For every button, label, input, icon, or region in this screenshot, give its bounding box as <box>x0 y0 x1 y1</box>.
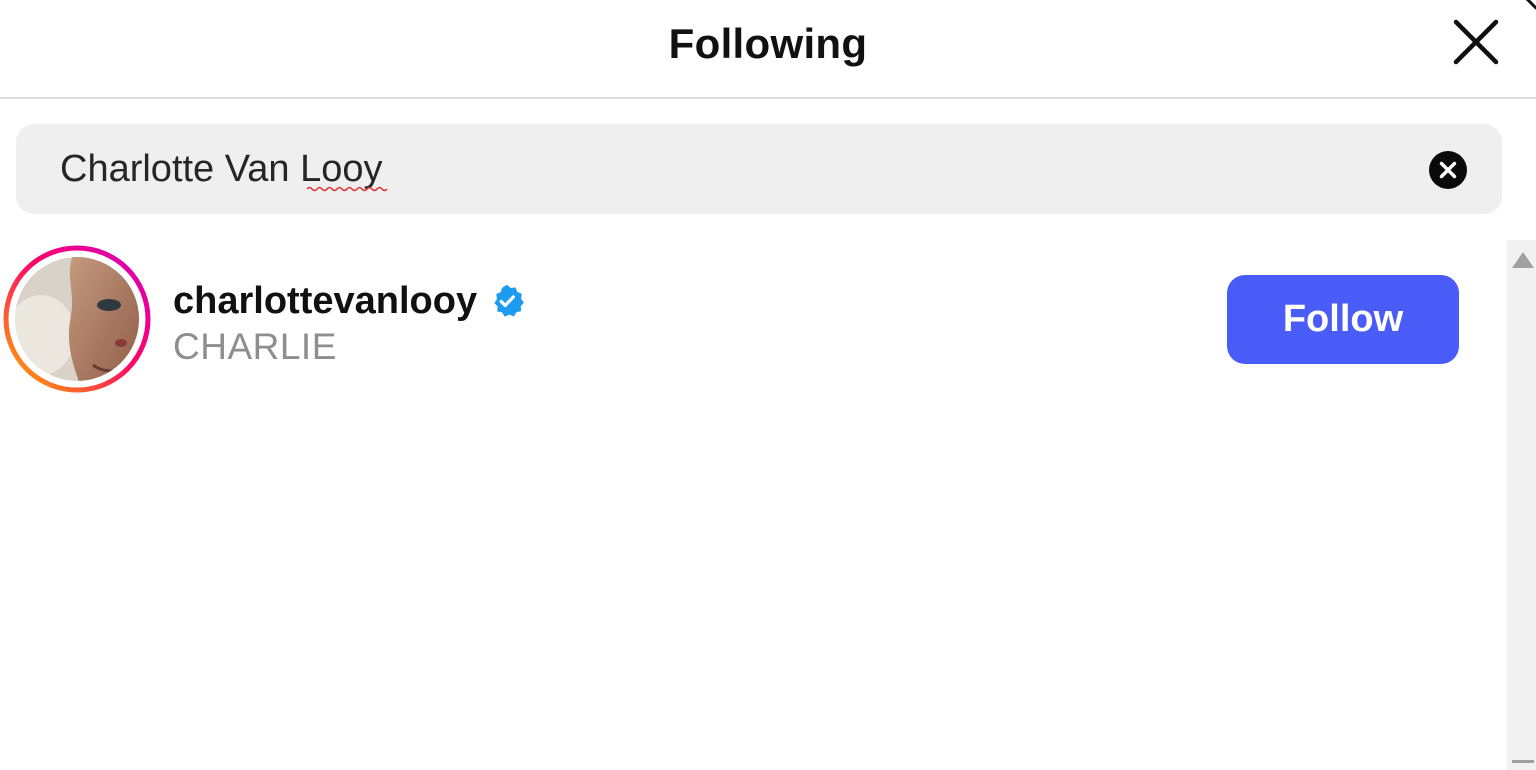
search-input[interactable] <box>60 142 1400 196</box>
username-line: charlottevanlooy <box>173 276 525 326</box>
full-name: CHARLIE <box>173 326 337 367</box>
close-icon[interactable] <box>1448 14 1504 70</box>
dialog-header: Following <box>0 0 1536 99</box>
window-corner-icon <box>1525 0 1536 10</box>
dialog-title: Following <box>668 20 868 67</box>
search-bar[interactable] <box>16 124 1502 214</box>
following-dialog: Following Charlotte Van Looy charlotteva… <box>0 0 1536 770</box>
list-item[interactable]: charlottevanlooy CHARLIE Follow <box>0 240 1500 400</box>
follow-button[interactable]: Follow <box>1227 275 1459 364</box>
scroll-down-arrow-icon[interactable] <box>1511 758 1535 770</box>
spellcheck-underline <box>307 186 388 192</box>
clear-search-icon[interactable] <box>1428 150 1468 190</box>
scroll-up-arrow-icon[interactable] <box>1511 250 1535 270</box>
verified-badge-icon <box>494 284 524 317</box>
scrollbar[interactable] <box>1507 240 1536 770</box>
username[interactable]: charlottevanlooy <box>173 278 477 324</box>
avatar[interactable] <box>3 245 151 393</box>
